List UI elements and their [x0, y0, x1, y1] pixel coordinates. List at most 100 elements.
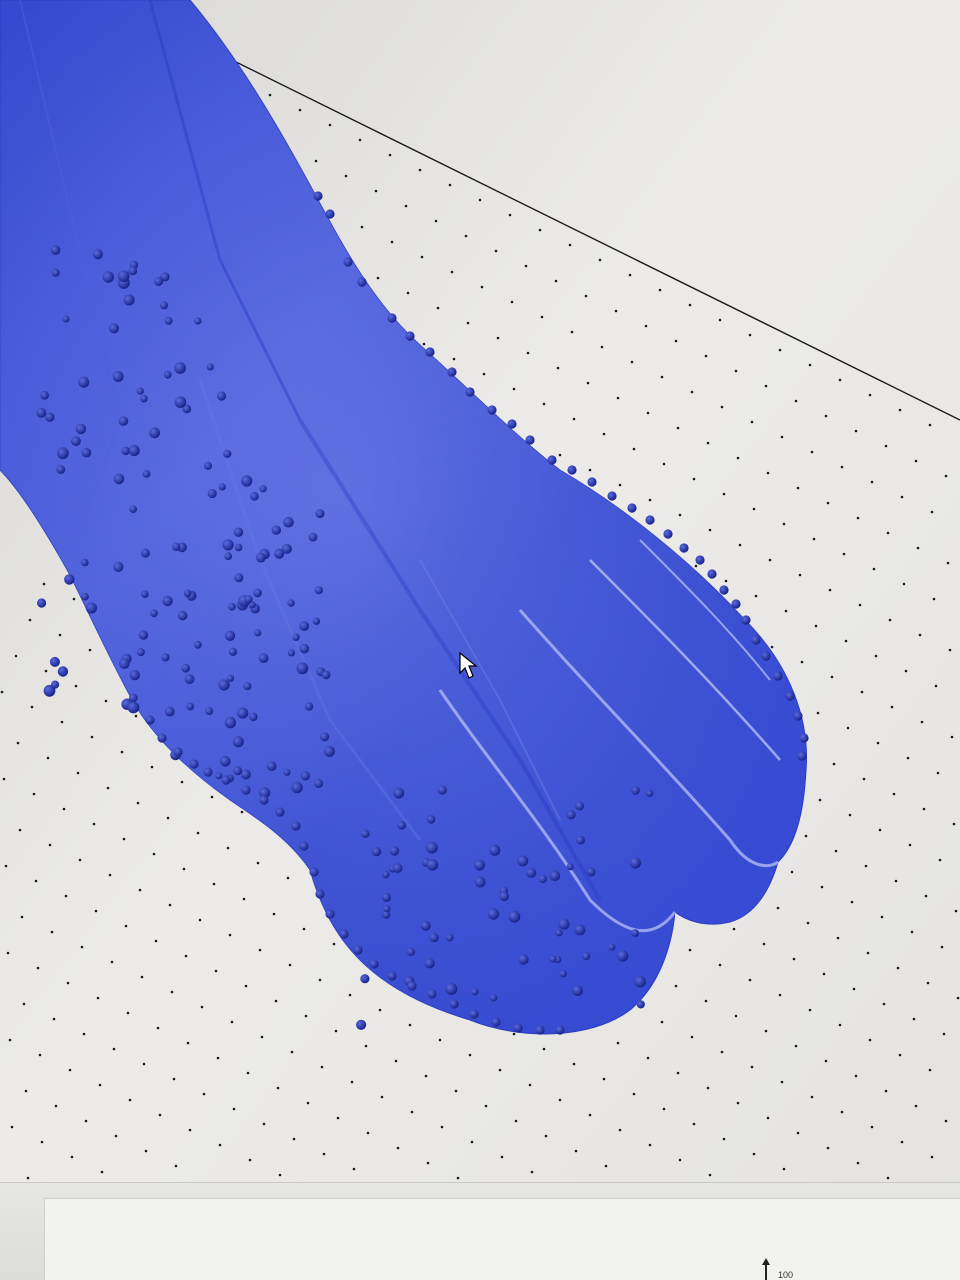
- grid-dot: [736, 1101, 740, 1105]
- grid-dot: [908, 843, 912, 847]
- grid-dot: [478, 198, 482, 202]
- support-marker: [271, 525, 281, 535]
- grid-dot: [890, 705, 894, 709]
- grid-dot: [814, 624, 818, 628]
- support-marker: [304, 702, 314, 711]
- grid-dot: [616, 396, 620, 400]
- support-marker: [127, 701, 140, 714]
- grid-dot: [480, 285, 484, 289]
- support-marker: [392, 863, 403, 873]
- support-marker: [50, 245, 61, 255]
- grid-dot: [500, 1155, 504, 1159]
- grid-dot: [134, 714, 138, 718]
- grid-dot: [864, 864, 868, 868]
- grid-dot: [852, 987, 856, 991]
- grid-dot: [780, 1080, 784, 1084]
- support-marker: [113, 561, 124, 573]
- grid-dot: [144, 1149, 148, 1153]
- support-marker: [634, 975, 646, 988]
- grid-dot: [496, 336, 500, 340]
- 3d-viewport[interactable]: [0, 0, 960, 1280]
- grid-dot: [718, 318, 722, 322]
- grid-dot: [748, 978, 752, 982]
- grid-dot: [50, 930, 54, 934]
- grid-dot: [248, 1158, 252, 1162]
- grid-dot: [396, 1146, 400, 1150]
- grid-dot: [812, 537, 816, 541]
- grid-dot: [690, 1035, 694, 1039]
- grid-dot: [456, 1176, 460, 1180]
- grid-dot: [484, 1104, 488, 1108]
- support-marker: [356, 1019, 367, 1030]
- support-marker: [266, 761, 277, 771]
- grid-dot: [932, 597, 936, 601]
- grid-dot: [884, 444, 888, 448]
- bottom-panel: [44, 1198, 960, 1280]
- support-marker: [547, 455, 557, 465]
- support-marker: [309, 867, 319, 877]
- support-marker: [140, 590, 149, 598]
- grid-dot: [898, 408, 902, 412]
- grid-dot: [288, 963, 292, 967]
- support-marker: [371, 846, 382, 857]
- support-marker: [321, 670, 331, 680]
- support-marker: [785, 691, 795, 701]
- grid-dot: [838, 1023, 842, 1027]
- grid-dot: [722, 492, 726, 496]
- support-marker: [224, 716, 237, 729]
- arrow-cursor-icon: [459, 652, 478, 679]
- grid-dot: [304, 1014, 308, 1018]
- grid-dot: [872, 567, 876, 571]
- grid-dot: [782, 522, 786, 526]
- grid-dot: [512, 1032, 516, 1036]
- grid-dot: [262, 1122, 266, 1126]
- grid-dot: [542, 402, 546, 406]
- grid-dot: [62, 807, 66, 811]
- grid-dot: [216, 1056, 220, 1060]
- grid-dot: [422, 342, 426, 346]
- grid-dot: [124, 924, 128, 928]
- support-marker: [174, 362, 187, 374]
- support-marker: [173, 747, 183, 757]
- support-marker: [608, 943, 616, 951]
- support-marker: [707, 569, 717, 579]
- support-marker: [361, 829, 370, 838]
- grid-dot: [678, 513, 682, 517]
- grid-dot: [826, 1146, 830, 1150]
- support-marker: [631, 786, 640, 795]
- support-marker: [339, 929, 349, 939]
- support-marker: [382, 870, 390, 879]
- grid-dot: [334, 1029, 338, 1033]
- support-marker: [136, 387, 144, 395]
- support-marker: [695, 555, 705, 565]
- grid-dot: [172, 1077, 176, 1081]
- support-marker: [129, 669, 140, 681]
- support-marker: [575, 801, 585, 811]
- axis-gizmo[interactable]: 100: [756, 1256, 796, 1280]
- grid-dot: [508, 213, 512, 217]
- support-marker: [113, 473, 125, 485]
- grid-dot: [92, 822, 96, 826]
- grid-dot: [320, 1065, 324, 1069]
- grid-dot: [42, 582, 46, 586]
- grid-dot: [898, 1053, 902, 1057]
- support-marker: [172, 542, 181, 551]
- grid-dot: [660, 1020, 664, 1024]
- support-marker: [250, 491, 259, 501]
- support-marker: [281, 543, 292, 554]
- support-marker: [218, 483, 226, 491]
- support-marker: [56, 465, 66, 474]
- grid-dot: [30, 705, 34, 709]
- grid-dot: [660, 375, 664, 379]
- grid-dot: [738, 543, 742, 547]
- support-marker: [487, 405, 497, 415]
- grid-dot: [540, 315, 544, 319]
- support-marker: [567, 465, 577, 475]
- support-marker: [499, 891, 509, 902]
- support-marker: [157, 733, 167, 743]
- support-marker: [315, 889, 325, 899]
- support-marker: [308, 532, 318, 542]
- grid-dot: [286, 876, 290, 880]
- grid-dot: [942, 1032, 946, 1036]
- grid-dot: [910, 930, 914, 934]
